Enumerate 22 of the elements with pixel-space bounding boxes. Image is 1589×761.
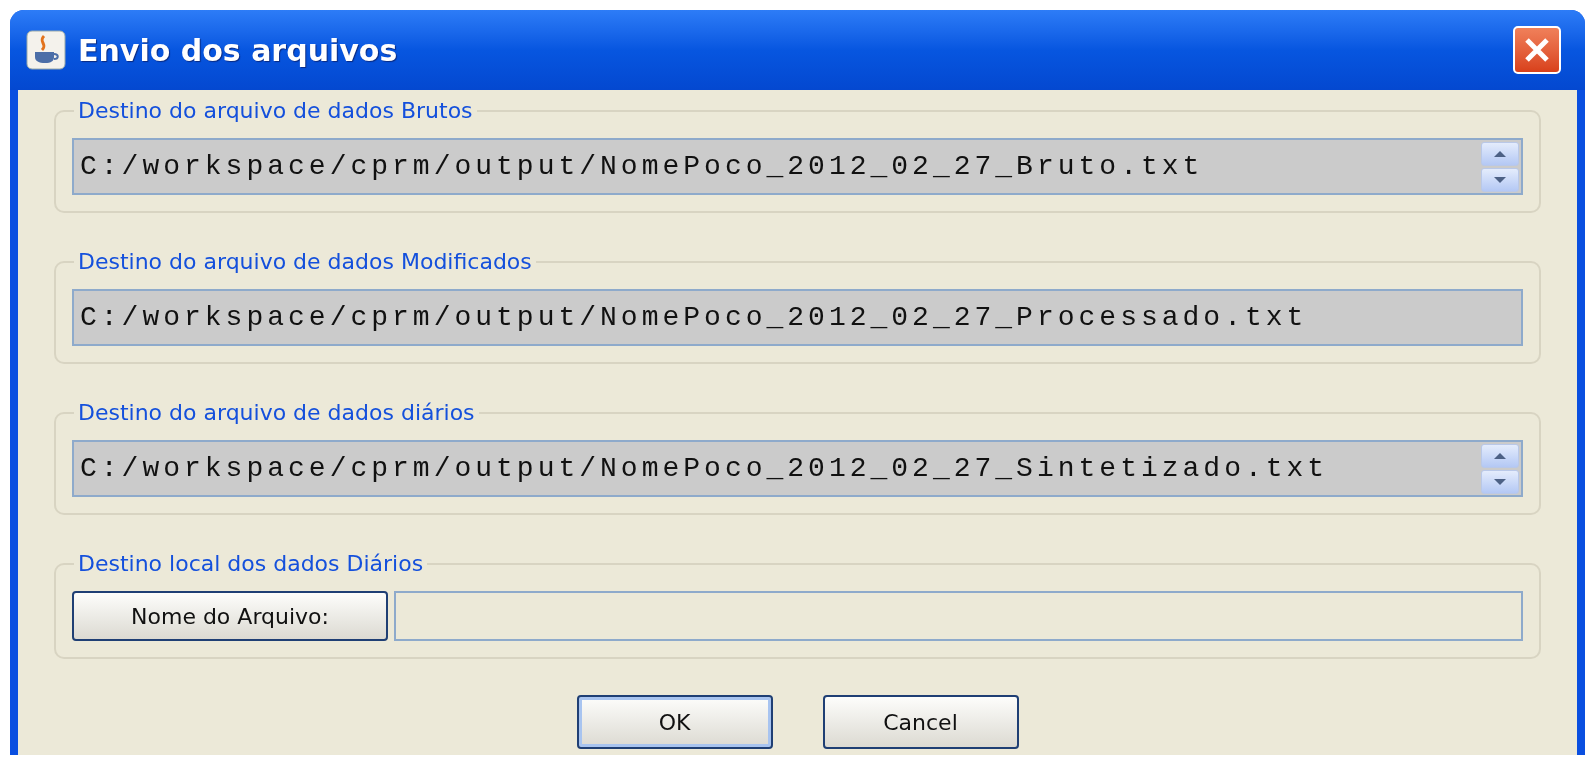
scroll-up-button[interactable] bbox=[1481, 443, 1519, 468]
scroll-down-button[interactable] bbox=[1481, 167, 1519, 192]
file-name-field[interactable] bbox=[394, 591, 1523, 641]
scroll-down-button[interactable] bbox=[1481, 469, 1519, 494]
dialog-button[interactable]: Cancel bbox=[822, 695, 1019, 749]
path-field[interactable]: C:/workspace/cprm/output/NomePoco_2012_02_27_Bruto.txt bbox=[72, 138, 1523, 195]
file-name-button[interactable]: Nome do Arquivo: bbox=[72, 591, 388, 641]
down-arrow-icon bbox=[1494, 478, 1506, 485]
up-arrow-icon bbox=[1494, 452, 1506, 459]
down-arrow-icon bbox=[1494, 176, 1506, 183]
up-arrow-icon bbox=[1494, 150, 1506, 157]
path-text: C:/workspace/cprm/output/NomePoco_2012_02_27_Processado.txt bbox=[79, 300, 1308, 335]
close-button[interactable] bbox=[1513, 26, 1561, 74]
path-text: C:/workspace/cprm/output/NomePoco_2012_02_27_Bruto.txt bbox=[79, 149, 1204, 184]
dialog-button[interactable]: OK bbox=[576, 695, 773, 749]
close-icon bbox=[1524, 37, 1550, 63]
path-field[interactable]: C:/workspace/cprm/output/NomePoco_2012_02_27_Processado.txt bbox=[72, 289, 1523, 346]
coffee-cup-icon bbox=[26, 30, 66, 70]
window-title: Envio dos arquivos bbox=[78, 31, 399, 70]
path-text: C:/workspace/cprm/output/NomePoco_2012_02_27_Sintetizado.txt bbox=[79, 451, 1329, 486]
scroll-up-button[interactable] bbox=[1481, 141, 1519, 166]
path-field[interactable]: C:/workspace/cprm/output/NomePoco_2012_02_27_Sintetizado.txt bbox=[72, 440, 1523, 497]
